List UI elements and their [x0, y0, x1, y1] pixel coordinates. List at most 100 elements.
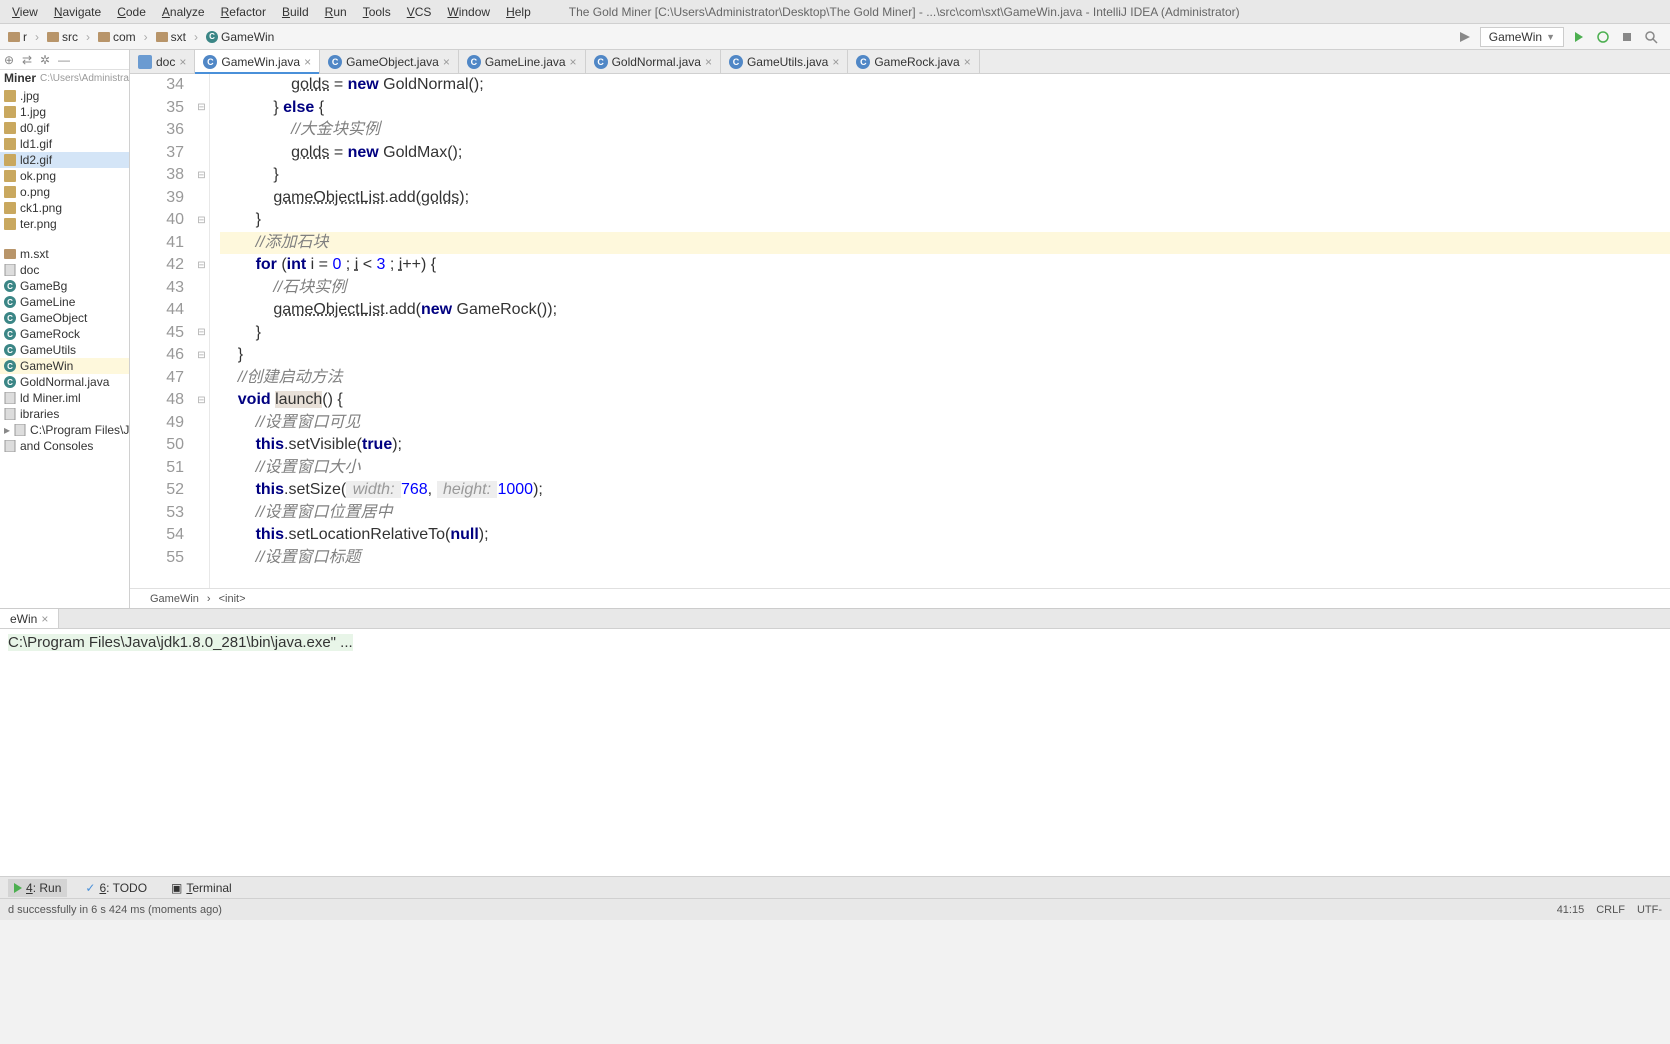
run-config-dropdown[interactable]: GameWin ▼ — [1480, 27, 1564, 47]
line-separator[interactable]: CRLF — [1596, 904, 1625, 916]
tree-item[interactable]: ld Miner.iml — [0, 390, 129, 406]
fold-marker[interactable] — [194, 232, 209, 255]
menu-tools[interactable]: Tools — [355, 3, 399, 21]
tree-item[interactable]: 1.jpg — [0, 104, 129, 120]
code-editor[interactable]: 3435363738394041424344454647484950515253… — [130, 74, 1670, 588]
fold-marker[interactable] — [194, 412, 209, 435]
code-line[interactable]: //大金块实例 — [220, 119, 1670, 142]
code-line[interactable]: } — [220, 164, 1670, 187]
menu-refactor[interactable]: Refactor — [213, 3, 274, 21]
code-line[interactable]: gameObjectList.add(new GameRock()); — [220, 299, 1670, 322]
code-line[interactable]: //石块实例 — [220, 277, 1670, 300]
target-icon[interactable]: ⊕ — [4, 53, 18, 67]
tree-item[interactable]: ld1.gif — [0, 136, 129, 152]
fold-marker[interactable] — [194, 547, 209, 570]
code-line[interactable]: this.setVisible(true); — [220, 434, 1670, 457]
tree-item[interactable]: CGameUtils — [0, 342, 129, 358]
fold-marker[interactable] — [194, 479, 209, 502]
fold-marker[interactable] — [194, 299, 209, 322]
tree-item[interactable]: ▸C:\Program Files\Java\jdk — [0, 422, 129, 438]
tree-item[interactable]: ter.png — [0, 216, 129, 232]
code-content[interactable]: golds = new GoldNormal(); } else { //大金块… — [210, 74, 1670, 588]
run-output[interactable]: C:\Program Files\Java\jdk1.8.0_281\bin\j… — [0, 629, 1670, 655]
code-line[interactable]: //创建启动方法 — [220, 367, 1670, 390]
tree-item[interactable]: CGameBg — [0, 278, 129, 294]
close-icon[interactable]: × — [705, 55, 712, 69]
fold-marker[interactable]: ⊟ — [194, 322, 209, 345]
tree-item[interactable]: o.png — [0, 184, 129, 200]
code-line[interactable]: golds = new GoldMax(); — [220, 142, 1670, 165]
fold-marker[interactable] — [194, 119, 209, 142]
project-root[interactable]: Miner C:\Users\Administra — [0, 70, 129, 86]
code-line[interactable]: this.setSize( width: 768, height: 1000); — [220, 479, 1670, 502]
editor-tab[interactable]: CGameRock.java× — [848, 50, 979, 73]
fold-marker[interactable] — [194, 367, 209, 390]
code-line[interactable]: //设置窗口可见 — [220, 412, 1670, 435]
editor-tab[interactable]: doc× — [130, 50, 195, 73]
file-encoding[interactable]: UTF- — [1637, 904, 1662, 916]
code-line[interactable]: void launch() { — [220, 389, 1670, 412]
editor-tab[interactable]: CGameLine.java× — [459, 50, 586, 73]
fold-marker[interactable]: ⊟ — [194, 344, 209, 367]
menu-analyze[interactable]: Analyze — [154, 3, 213, 21]
editor-breadcrumb[interactable]: GameWin › <init> — [130, 588, 1670, 608]
fold-marker[interactable] — [194, 74, 209, 97]
tree-item[interactable]: and Consoles — [0, 438, 129, 454]
code-line[interactable]: //添加石块 — [220, 232, 1670, 255]
project-tree[interactable]: .jpg1.jpgd0.gifld1.gifld2.gifok.pngo.png… — [0, 86, 129, 608]
search-icon[interactable] — [1642, 28, 1660, 46]
tree-item[interactable]: CGameRock — [0, 326, 129, 342]
menu-view[interactable]: View — [4, 3, 46, 21]
breadcrumb-item[interactable]: CGameWin — [202, 29, 278, 45]
close-icon[interactable]: × — [443, 55, 450, 69]
fold-marker[interactable]: ⊟ — [194, 389, 209, 412]
code-line[interactable]: for (int i = 0 ; i < 3 ; i++) { — [220, 254, 1670, 277]
crumb-method[interactable]: <init> — [219, 593, 246, 605]
fold-marker[interactable] — [194, 457, 209, 480]
code-line[interactable]: //设置窗口大小 — [220, 457, 1670, 480]
tree-item[interactable]: ld2.gif — [0, 152, 129, 168]
tree-item[interactable]: .jpg — [0, 88, 129, 104]
menu-build[interactable]: Build — [274, 3, 317, 21]
fold-marker[interactable] — [194, 277, 209, 300]
menu-vcs[interactable]: VCS — [399, 3, 440, 21]
editor-tab[interactable]: CGameWin.java× — [195, 50, 320, 73]
menu-navigate[interactable]: Navigate — [46, 3, 109, 21]
tool-tab-todo[interactable]: ✓6: TODO — [79, 879, 153, 897]
close-icon[interactable]: × — [179, 55, 186, 69]
code-line[interactable]: //设置窗口标题 — [220, 547, 1670, 570]
tree-item[interactable]: m.sxt — [0, 246, 129, 262]
fold-marker[interactable] — [194, 187, 209, 210]
build-icon[interactable] — [1456, 28, 1474, 46]
cursor-position[interactable]: 41:15 — [1557, 904, 1585, 916]
fold-marker[interactable]: ⊟ — [194, 97, 209, 120]
tree-item[interactable]: ibraries — [0, 406, 129, 422]
code-line[interactable]: } — [220, 344, 1670, 367]
menu-window[interactable]: Window — [439, 3, 498, 21]
editor-tab[interactable]: CGoldNormal.java× — [586, 50, 721, 73]
debug-button[interactable] — [1594, 28, 1612, 46]
menu-code[interactable]: Code — [109, 3, 154, 21]
close-icon[interactable]: × — [832, 55, 839, 69]
tree-item[interactable]: ok.png — [0, 168, 129, 184]
code-line[interactable]: } — [220, 209, 1670, 232]
close-icon[interactable]: × — [964, 55, 971, 69]
fold-gutter[interactable]: ⊟⊟⊟⊟⊟⊟⊟ — [194, 74, 210, 588]
breadcrumb-item[interactable]: com — [94, 29, 140, 45]
run-button[interactable] — [1570, 28, 1588, 46]
gear-icon[interactable]: ✲ — [40, 53, 54, 67]
breadcrumb-item[interactable]: sxt — [152, 29, 190, 45]
code-line[interactable]: this.setLocationRelativeTo(null); — [220, 524, 1670, 547]
fold-marker[interactable]: ⊟ — [194, 209, 209, 232]
menu-run[interactable]: Run — [317, 3, 355, 21]
stop-button[interactable] — [1618, 28, 1636, 46]
code-line[interactable]: } else { — [220, 97, 1670, 120]
code-line[interactable]: //设置窗口位置居中 — [220, 502, 1670, 525]
tree-item[interactable]: CGoldNormal.java — [0, 374, 129, 390]
fold-marker[interactable] — [194, 434, 209, 457]
menu-help[interactable]: Help — [498, 3, 539, 21]
tree-item[interactable]: ck1.png — [0, 200, 129, 216]
hide-icon[interactable]: — — [58, 53, 72, 67]
crumb-class[interactable]: GameWin — [150, 593, 199, 605]
fold-marker[interactable] — [194, 524, 209, 547]
